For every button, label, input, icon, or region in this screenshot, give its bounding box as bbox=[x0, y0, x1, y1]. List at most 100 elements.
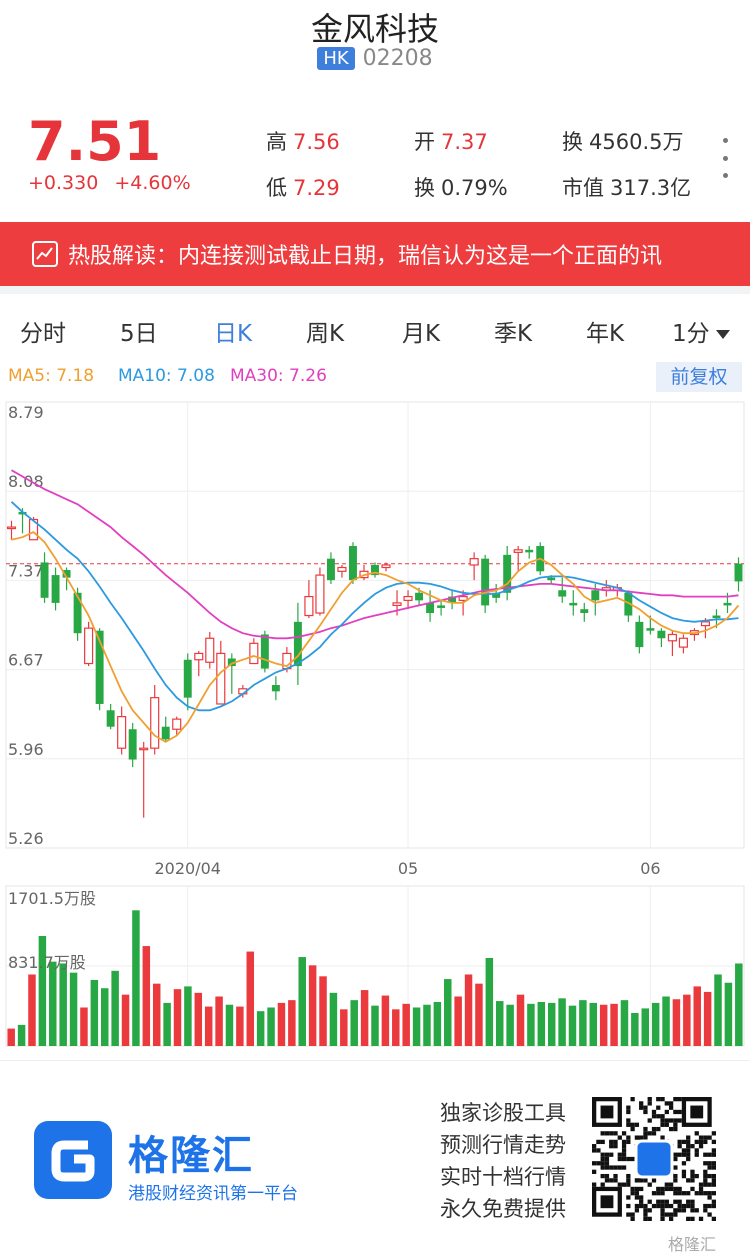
candle bbox=[271, 676, 280, 701]
qr-module bbox=[643, 1135, 648, 1140]
candle-body bbox=[51, 575, 60, 603]
candle bbox=[150, 685, 160, 755]
qr-module bbox=[621, 1144, 627, 1149]
qr-module bbox=[600, 1152, 605, 1157]
qr-module bbox=[681, 1208, 687, 1213]
qr-module bbox=[643, 1208, 648, 1213]
qr-module bbox=[626, 1109, 631, 1115]
qr-module bbox=[686, 1139, 691, 1145]
qr-module bbox=[711, 1152, 716, 1157]
candle-body bbox=[437, 605, 446, 608]
qr-module bbox=[600, 1165, 605, 1170]
tab-intraday[interactable]: 分时 bbox=[20, 314, 66, 348]
qr-module bbox=[592, 1169, 597, 1174]
qr-module bbox=[711, 1191, 716, 1196]
candle-body bbox=[150, 697, 160, 749]
volume-bar bbox=[246, 951, 255, 1046]
qr-module bbox=[600, 1161, 605, 1166]
low-stat: 低 7.29 bbox=[266, 172, 340, 202]
qr-module bbox=[707, 1173, 712, 1179]
volume-bar bbox=[381, 995, 390, 1046]
x-tick-label: 2020/04 bbox=[155, 859, 221, 878]
qr-module bbox=[630, 1216, 635, 1221]
tab-daily-k[interactable]: 日K bbox=[214, 314, 252, 348]
candle-body bbox=[40, 562, 49, 598]
qr-module bbox=[609, 1152, 614, 1157]
candle-body bbox=[161, 726, 170, 740]
qr-module bbox=[604, 1131, 610, 1136]
tab-monthly-k[interactable]: 月K bbox=[402, 314, 440, 348]
qr-module bbox=[668, 1216, 674, 1221]
candle bbox=[437, 600, 446, 616]
tab-5day[interactable]: 5日 bbox=[120, 314, 158, 348]
qr-module bbox=[643, 1203, 648, 1209]
adjust-button[interactable]: 前复权 bbox=[656, 362, 742, 392]
qr-module bbox=[613, 1131, 618, 1136]
candle-body bbox=[723, 602, 732, 606]
qr-module bbox=[592, 1148, 597, 1153]
qr-module bbox=[668, 1203, 674, 1209]
qr-module bbox=[604, 1156, 610, 1162]
candle-body bbox=[678, 637, 688, 648]
volume-value: 4560.5万 bbox=[589, 130, 684, 154]
candle bbox=[40, 552, 49, 603]
promo-item: 实时十档行情 bbox=[440, 1165, 566, 1189]
qr-module bbox=[600, 1139, 605, 1145]
low-value: 7.29 bbox=[293, 176, 340, 200]
qr-module bbox=[664, 1186, 669, 1192]
qr-module bbox=[639, 1203, 644, 1209]
qr-module bbox=[617, 1135, 622, 1140]
candle bbox=[667, 630, 677, 656]
qr-module bbox=[690, 1208, 695, 1213]
more-menu-icon[interactable] bbox=[718, 138, 732, 178]
qr-module bbox=[617, 1165, 622, 1170]
volume-bar bbox=[495, 1001, 504, 1046]
qr-module bbox=[698, 1182, 704, 1187]
candle bbox=[371, 562, 379, 578]
volume-bar bbox=[360, 990, 369, 1046]
change-amount: +0.330 bbox=[28, 172, 99, 194]
qr-module bbox=[686, 1148, 691, 1153]
qr-module bbox=[677, 1109, 682, 1115]
qr-module bbox=[664, 1199, 669, 1204]
qr-module bbox=[634, 1203, 640, 1209]
tab-minute-dropdown[interactable]: 1分 bbox=[672, 314, 730, 348]
candle-body bbox=[525, 549, 534, 553]
qr-module bbox=[664, 1101, 669, 1106]
qr-module bbox=[711, 1182, 716, 1187]
qr-module bbox=[609, 1165, 614, 1170]
turnover-stat: 换 0.79% bbox=[414, 172, 508, 202]
candle-body bbox=[712, 615, 721, 619]
volume-bar bbox=[537, 1001, 546, 1046]
volume-bar bbox=[662, 996, 670, 1046]
volume-bar bbox=[59, 963, 67, 1046]
candlestick-chart[interactable]: 8.79 8.08 7.37 6.67 5.96 5.26 2020/04 05 06 170… bbox=[0, 398, 750, 1058]
tab-quarterly-k[interactable]: 季K bbox=[494, 314, 532, 348]
qr-module bbox=[639, 1195, 644, 1200]
volume-bar bbox=[17, 1024, 26, 1046]
qr-module bbox=[647, 1118, 652, 1123]
volume-bar bbox=[132, 910, 140, 1046]
volume-bar bbox=[516, 994, 525, 1046]
qr-module bbox=[668, 1186, 674, 1192]
candle-body bbox=[304, 595, 314, 617]
qr-module bbox=[592, 1144, 597, 1149]
qr-code-icon[interactable] bbox=[592, 1097, 716, 1221]
tab-weekly-k[interactable]: 周K bbox=[306, 314, 344, 348]
qr-module bbox=[703, 1191, 708, 1196]
qr-module bbox=[630, 1191, 635, 1196]
qr-module bbox=[592, 1161, 597, 1166]
tab-yearly-k[interactable]: 年K bbox=[586, 314, 624, 348]
qr-module bbox=[681, 1191, 687, 1196]
volume-bar bbox=[485, 957, 494, 1046]
volume-bar bbox=[121, 994, 130, 1046]
qr-module bbox=[621, 1156, 627, 1162]
qr-module bbox=[673, 1212, 678, 1217]
qr-module bbox=[698, 1216, 704, 1221]
qr-module bbox=[660, 1199, 665, 1204]
candle bbox=[304, 580, 314, 619]
candle-body bbox=[558, 590, 567, 597]
hot-stock-banner[interactable]: 热股解读：内连接测试截止日期，瑞信认为这是一个正面的讯 bbox=[0, 222, 750, 286]
turnover-value: 0.79% bbox=[441, 176, 508, 200]
qr-module bbox=[711, 1165, 716, 1170]
